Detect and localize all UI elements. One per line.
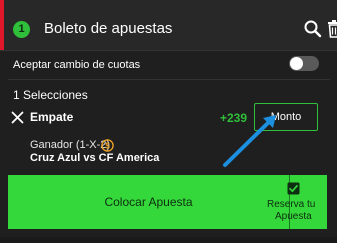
accept-odds-change-toggle[interactable]: [289, 56, 319, 71]
betslip-title: Boleto de apuestas: [44, 20, 173, 37]
market-label: Ganador (1-X-2): [30, 139, 111, 151]
svg-text:$: $: [105, 141, 110, 150]
header-accent-bar: [0, 0, 4, 50]
annotation-arrow-icon: [223, 115, 276, 167]
reserve-bet-label-line2: Apuesta: [275, 211, 312, 222]
bottom-edge: [0, 237, 337, 243]
selections-count: 1 Selecciones: [13, 88, 88, 102]
toggle-knob: [290, 57, 303, 70]
accept-odds-change-label: Aceptar cambio de cuotas: [13, 59, 141, 71]
checkbox-checked-icon[interactable]: [287, 182, 300, 195]
remove-selection-icon[interactable]: [11, 111, 24, 124]
section-divider: [8, 79, 330, 80]
place-bet-button[interactable]: Colocar Apuesta: [8, 175, 289, 229]
betslip-header: 1 Boleto de apuestas: [0, 0, 337, 51]
match-name: Cruz Azul vs CF America: [30, 152, 160, 164]
betslip-panel: 1 Boleto de apuestas Aceptar cambio de c…: [0, 0, 337, 243]
trash-icon[interactable]: [327, 19, 337, 39]
selection-name: Empate: [30, 110, 74, 124]
search-icon[interactable]: [303, 19, 323, 39]
cash-out-icon: $: [101, 139, 114, 152]
selection-count-badge: 1: [13, 21, 30, 38]
reserve-bet-label-line1: Reserva tu: [267, 199, 316, 210]
